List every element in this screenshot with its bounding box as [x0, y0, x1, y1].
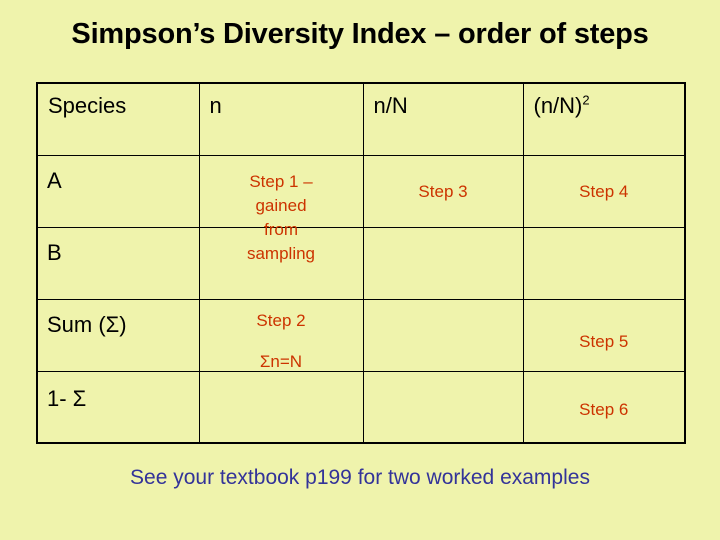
step-1-line-1: Step 1 –	[249, 172, 313, 191]
cell-n-over-N-squared-a: Step 4	[522, 155, 686, 228]
step-2-annotation: Step 2	[256, 311, 306, 330]
cell-n-a: Step 1 – gained from sampling	[198, 155, 364, 263]
step-4-annotation: Step 4	[579, 182, 629, 201]
row-label-a: A	[47, 168, 62, 193]
step-1-annotation: Step 1 – gained from sampling	[200, 170, 363, 266]
header-label-n-over-N-squared: (n/N)2	[534, 93, 590, 119]
header-cell-n: n	[198, 82, 364, 156]
table-row-species-a: A Step 1 – gained from sampling Step 3 S…	[36, 155, 686, 263]
row-label-one-minus-sigma: 1- Σ	[47, 386, 87, 411]
header-label-superscript: 2	[582, 92, 590, 108]
table-row-sum: Sum (Σ) Step 2 Σn=N Step 5	[36, 299, 686, 372]
table-row-one-minus-sigma: 1- Σ Step 6	[36, 371, 686, 444]
table-header-row: Species n n/N (n/N)2	[36, 82, 686, 156]
simpsons-index-steps-table: Species n n/N (n/N)2 A Step 1 – gained f…	[36, 82, 686, 444]
cell-species-one-minus-sigma: 1- Σ	[36, 371, 200, 444]
header-label-n-over-N: n/N	[373, 93, 408, 118]
step-1-line-3: from	[264, 220, 298, 239]
step-3-annotation: Step 3	[418, 182, 468, 201]
step-1-line-2: gained	[255, 196, 307, 215]
cell-species-sum: Sum (Σ)	[36, 299, 200, 372]
header-label-n: n	[209, 93, 222, 118]
row-label-sum: Sum (Σ)	[47, 312, 127, 337]
step-6-annotation: Step 6	[579, 400, 629, 419]
header-cell-n-over-N: n/N	[362, 82, 524, 156]
row-label-b: B	[47, 240, 62, 265]
cell-n-over-N-sum	[362, 299, 524, 372]
cell-n-over-N-squared-b	[522, 227, 686, 300]
sum-n-equals-N-formula: Σn=N	[259, 352, 303, 371]
header-cell-species: Species	[36, 82, 200, 156]
cell-species-b: B	[36, 227, 200, 300]
header-label-base: (n/N)	[533, 93, 583, 118]
header-cell-n-over-N-squared: (n/N)2	[522, 82, 686, 156]
cell-n-one-minus-sigma	[198, 371, 364, 444]
step-5-annotation: Step 5	[579, 332, 629, 351]
cell-n-sum: Step 2 Σn=N	[198, 299, 364, 372]
page-title: Simpson’s Diversity Index – order of ste…	[71, 18, 649, 50]
slide-canvas: Simpson’s Diversity Index – order of ste…	[0, 0, 720, 540]
cell-species-a: A	[36, 155, 200, 228]
header-label-species: Species	[48, 93, 127, 118]
cell-n-over-N-a: Step 3	[362, 155, 524, 228]
textbook-reference-caption: See your textbook p199 for two worked ex…	[130, 466, 590, 489]
step-1-line-4: sampling	[246, 244, 316, 263]
cell-n-over-N-one-minus-sigma	[362, 371, 524, 444]
cell-n-over-N-squared-one-minus-sigma: Step 6	[522, 371, 686, 444]
cell-n-over-N-b	[362, 227, 524, 300]
cell-n-over-N-squared-sum: Step 5	[522, 299, 686, 372]
